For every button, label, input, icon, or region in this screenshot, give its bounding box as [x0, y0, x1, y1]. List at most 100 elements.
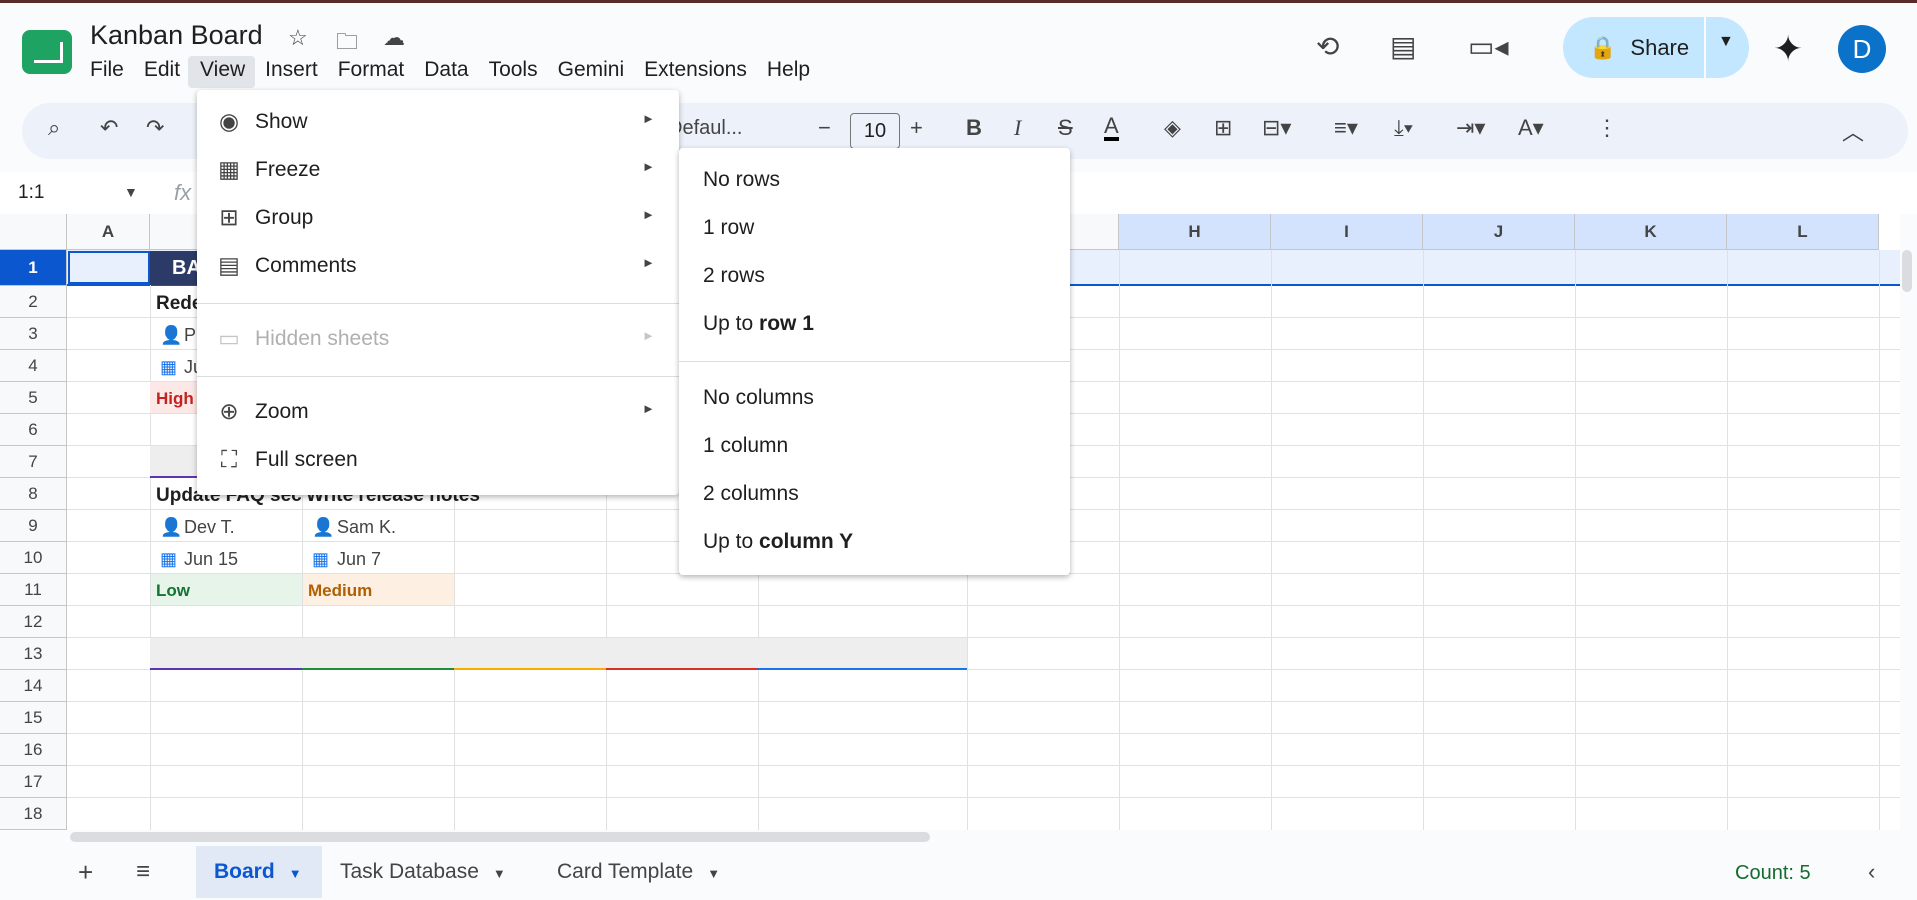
horizontal-align-icon[interactable]: ≡▾: [1334, 115, 1358, 141]
text-color-icon[interactable]: A: [1104, 115, 1119, 141]
meet-video-icon[interactable]: ▭◂: [1468, 30, 1509, 63]
cell-b3[interactable]: P: [184, 325, 196, 346]
horizontal-scrollbar[interactable]: [70, 832, 930, 842]
comments-icon[interactable]: ▤: [1390, 30, 1416, 63]
row-header-17[interactable]: 17: [0, 766, 67, 798]
decrease-font-icon[interactable]: −: [818, 115, 831, 141]
row-header-15[interactable]: 15: [0, 702, 67, 734]
view-menu-freeze[interactable]: ▦ Freeze ►: [197, 150, 679, 190]
menu-help[interactable]: Help: [755, 56, 820, 88]
col-header-j[interactable]: J: [1423, 214, 1575, 250]
cell-b11[interactable]: Low: [156, 581, 190, 601]
menu-tools[interactable]: Tools: [477, 56, 548, 88]
row-header-5[interactable]: 5: [0, 382, 67, 414]
add-sheet-icon[interactable]: +: [78, 846, 93, 898]
cell-b9[interactable]: Dev T.: [184, 517, 235, 538]
strikethrough-icon[interactable]: S: [1058, 115, 1073, 141]
cloud-status-icon[interactable]: ☁: [383, 25, 405, 51]
active-cell[interactable]: [68, 251, 150, 284]
row-header-16[interactable]: 16: [0, 734, 67, 766]
col-header-h[interactable]: H: [1119, 214, 1271, 250]
search-menus-icon[interactable]: ⌕: [48, 115, 60, 141]
star-icon[interactable]: ☆: [288, 25, 308, 51]
freeze-no-columns[interactable]: No columns: [703, 386, 814, 410]
menu-file[interactable]: File: [78, 56, 134, 88]
undo-icon[interactable]: ↶: [100, 115, 118, 141]
menu-view[interactable]: View: [188, 56, 256, 88]
sheet-tab-card-template[interactable]: Card Template ▼: [557, 846, 720, 898]
row-header-3[interactable]: 3: [0, 318, 67, 350]
vertical-align-icon[interactable]: ⤓▾: [1394, 115, 1413, 141]
menu-data[interactable]: Data: [412, 56, 478, 88]
row-header-4[interactable]: 4: [0, 350, 67, 382]
select-all-corner[interactable]: [0, 214, 67, 250]
view-menu-comments[interactable]: ▤ Comments ►: [197, 246, 679, 286]
side-panel-toggle-icon[interactable]: ‹: [1868, 846, 1875, 898]
freeze-2-rows[interactable]: 2 rows: [703, 264, 765, 288]
selection-count[interactable]: Count: 5: [1735, 862, 1811, 885]
collapse-toolbar-icon[interactable]: ︿: [1842, 115, 1864, 147]
col-header-i[interactable]: I: [1271, 214, 1423, 250]
row-header-1[interactable]: 1: [0, 250, 67, 286]
cell-c10[interactable]: Jun 7: [337, 549, 381, 570]
gemini-icon[interactable]: ✦: [1773, 28, 1803, 70]
row-header-11[interactable]: 11: [0, 574, 67, 606]
menu-insert[interactable]: Insert: [253, 56, 328, 88]
doc-title[interactable]: Kanban Board: [90, 20, 263, 51]
row-header-14[interactable]: 14: [0, 670, 67, 702]
avatar[interactable]: D: [1838, 25, 1886, 73]
redo-icon[interactable]: ↷: [146, 115, 164, 141]
row-header-12[interactable]: 12: [0, 606, 67, 638]
borders-icon[interactable]: ⊞: [1214, 115, 1232, 141]
col-header-l[interactable]: L: [1727, 214, 1879, 250]
vertical-scrollbar[interactable]: [1902, 250, 1912, 292]
freeze-2-columns[interactable]: 2 columns: [703, 482, 799, 506]
row-header-9[interactable]: 9: [0, 510, 67, 542]
menu-format[interactable]: Format: [326, 56, 415, 88]
freeze-1-row[interactable]: 1 row: [703, 216, 754, 240]
sheets-logo-icon[interactable]: [22, 30, 72, 74]
row-header-13[interactable]: 13: [0, 638, 67, 670]
row-header-7[interactable]: 7: [0, 446, 67, 478]
view-menu-show[interactable]: ◉ Show ►: [197, 102, 679, 142]
col-header-a[interactable]: A: [67, 214, 150, 250]
menu-extensions[interactable]: Extensions: [632, 56, 757, 88]
row-header-18[interactable]: 18: [0, 798, 67, 830]
cell-b2[interactable]: Rede: [156, 293, 202, 315]
italic-icon[interactable]: I: [1014, 115, 1021, 141]
name-box[interactable]: 1:1: [18, 182, 44, 204]
freeze-1-column[interactable]: 1 column: [703, 434, 788, 458]
sheet-tab-task-database[interactable]: Task Database ▼: [340, 846, 506, 898]
row-header-2[interactable]: 2: [0, 286, 67, 318]
name-box-dropdown-icon[interactable]: ▼: [124, 184, 138, 200]
font-size-input[interactable]: 10: [850, 113, 900, 149]
menu-gemini[interactable]: Gemini: [546, 56, 635, 88]
more-options-icon[interactable]: ⋮: [1596, 115, 1618, 141]
freeze-up-to-column[interactable]: Up to column Y: [703, 530, 853, 554]
cell-b5[interactable]: High: [156, 389, 194, 409]
view-menu-zoom[interactable]: ⊕ Zoom ►: [197, 392, 679, 432]
version-history-icon[interactable]: ⟲: [1316, 30, 1339, 63]
view-menu-group[interactable]: ⊞ Group ►: [197, 198, 679, 238]
cell-c11[interactable]: Medium: [308, 581, 372, 601]
bold-icon[interactable]: B: [966, 115, 982, 141]
menu-edit[interactable]: Edit: [132, 56, 190, 88]
share-dropdown-icon[interactable]: ▼: [1718, 33, 1734, 51]
col-header-k[interactable]: K: [1575, 214, 1727, 250]
sheet-tab-board[interactable]: Board ▼: [196, 846, 322, 898]
text-wrap-icon[interactable]: ⇥▾: [1456, 115, 1485, 141]
all-sheets-icon[interactable]: ≡: [136, 846, 150, 898]
font-family-select[interactable]: Defaul...: [668, 117, 742, 140]
cell-b10[interactable]: Jun 15: [184, 549, 238, 570]
text-rotation-icon[interactable]: A▾: [1518, 115, 1544, 141]
increase-font-icon[interactable]: +: [910, 115, 923, 141]
freeze-no-rows[interactable]: No rows: [703, 168, 780, 192]
share-button[interactable]: 🔒 Share ▼: [1563, 17, 1749, 78]
row-header-6[interactable]: 6: [0, 414, 67, 446]
merge-cells-icon[interactable]: ⊟▾: [1262, 115, 1291, 141]
fill-color-icon[interactable]: ◈: [1164, 115, 1181, 141]
view-menu-full-screen[interactable]: ⛶ Full screen: [197, 440, 679, 480]
row-header-8[interactable]: 8: [0, 478, 67, 510]
row-header-10[interactable]: 10: [0, 542, 67, 574]
cell-c9[interactable]: Sam K.: [337, 517, 396, 538]
